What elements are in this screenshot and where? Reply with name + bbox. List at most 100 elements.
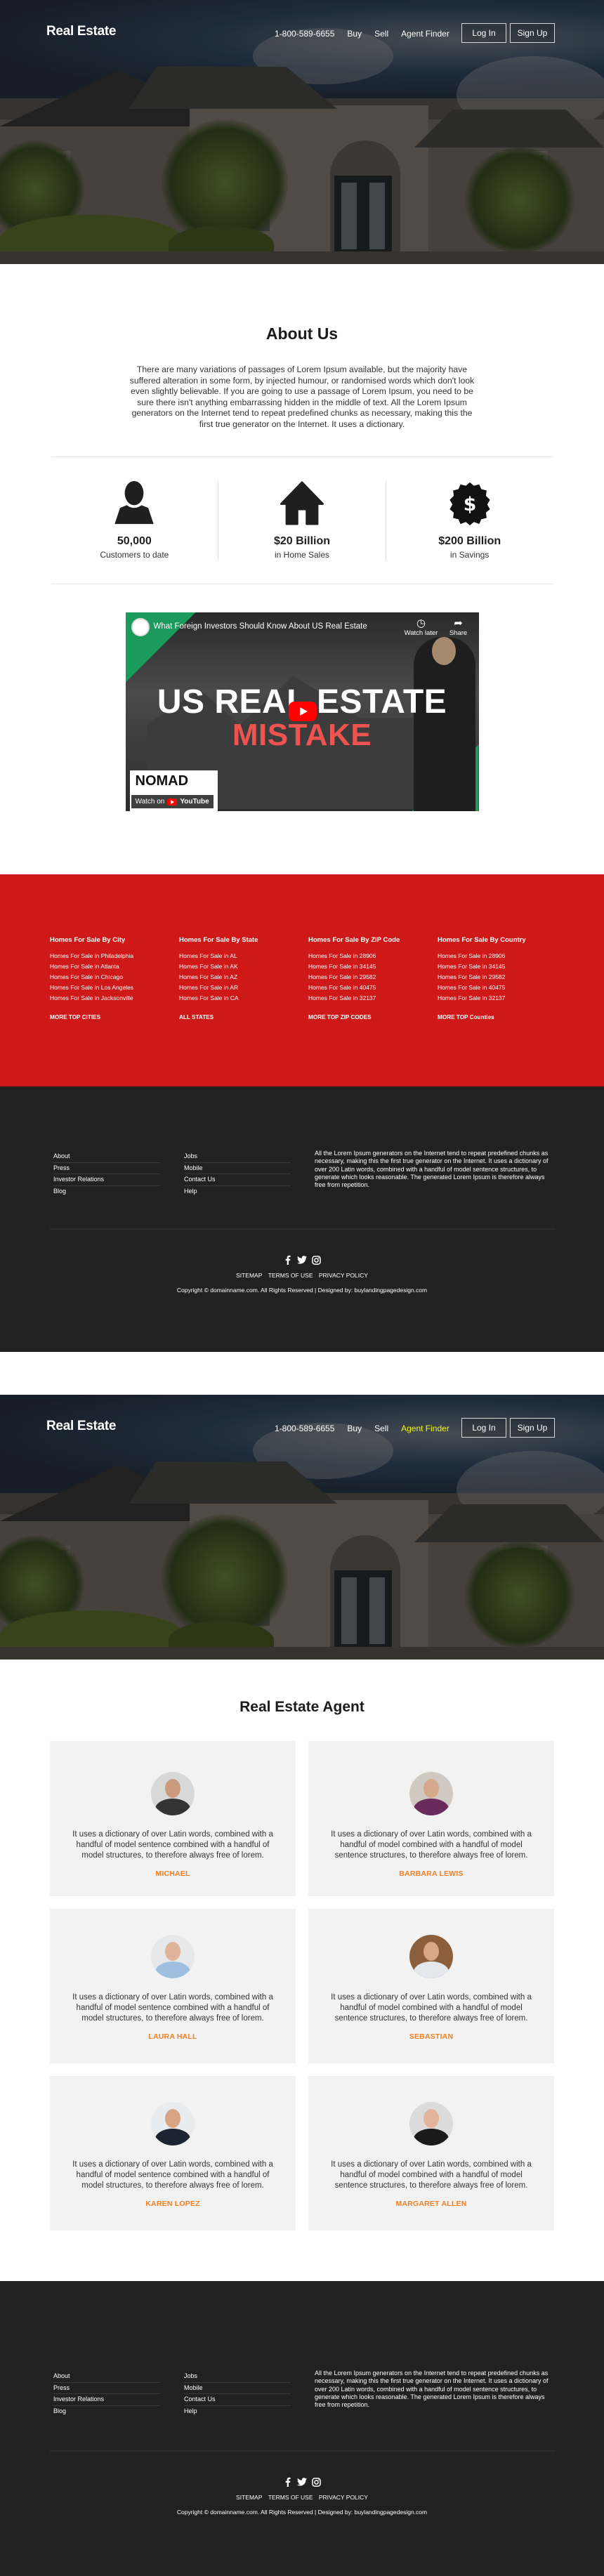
agent-name[interactable]: BARBARA LEWIS [399, 1869, 463, 1878]
listing-link[interactable]: Homes For Sale in CA [179, 993, 308, 1004]
footer-link-press[interactable]: Press [53, 2383, 160, 2394]
facebook-icon[interactable] [283, 2477, 293, 2487]
signup-button[interactable]: Sign Up [510, 1418, 555, 1438]
more-link[interactable]: MORE TOP Counties [438, 1012, 567, 1023]
nav-link-buy[interactable]: Buy [347, 29, 362, 39]
footer-link-investor-relations[interactable]: Investor Relations [53, 2394, 160, 2406]
footer-link-help[interactable]: Help [184, 1186, 291, 1197]
listing-link[interactable]: Homes For Sale in 40475 [438, 983, 567, 993]
listing-link[interactable]: Homes For Sale in AL [179, 951, 308, 961]
agent-card[interactable]: It uses a dictionary of over Latin words… [50, 2076, 296, 2230]
nav-phone-link[interactable]: 1-800-589-6655 [275, 1424, 334, 1433]
listing-link[interactable]: Homes For Sale in 28906 [308, 951, 438, 961]
agent-card[interactable]: It uses a dictionary of over Latin words… [50, 1741, 296, 1896]
nav-link-agent-finder[interactable]: Agent Finder [401, 29, 449, 39]
watch-later-button[interactable]: ◷ Watch later [404, 617, 439, 638]
video-title[interactable]: What Foreign Investors Should Know About… [154, 622, 367, 631]
svg-text:$: $ [463, 494, 476, 515]
sitemap-link[interactable]: SITEMAP [236, 2494, 262, 2501]
twitter-icon[interactable] [297, 1255, 307, 1265]
nav-link-agent-finder-active[interactable]: Agent Finder [401, 1424, 449, 1433]
agent-name[interactable]: MICHAEL [155, 1869, 190, 1878]
nav-phone-link[interactable]: 1-800-589-6655 [275, 29, 334, 39]
footer-links-col-1: About Press Investor Relations Blog [53, 2371, 160, 2417]
twitter-icon[interactable] [297, 2477, 307, 2487]
footer-link-about[interactable]: About [53, 2371, 160, 2383]
login-button[interactable]: Log In [461, 23, 506, 43]
user-icon [114, 481, 155, 525]
agent-card[interactable]: It uses a dictionary of over Latin words… [308, 2076, 554, 2230]
listing-link[interactable]: Homes For Sale in Jacksonville [50, 993, 179, 1004]
listing-column-title: Homes For Sale By State [179, 936, 258, 944]
footer-link-jobs[interactable]: Jobs [184, 2371, 291, 2383]
sitemap-link[interactable]: SITEMAP [236, 1272, 262, 1279]
listing-link[interactable]: Homes For Sale in AK [179, 961, 308, 972]
listing-link[interactable]: Homes For Sale in 28906 [438, 951, 567, 961]
avatar-face [165, 2109, 180, 2128]
agent-name[interactable]: SEBASTIAN [409, 2032, 453, 2041]
youtube-video-embed[interactable]: What Foreign Investors Should Know About… [125, 612, 479, 811]
more-link[interactable]: ALL STATES [179, 1012, 308, 1023]
footer-link-investor-relations[interactable]: Investor Relations [53, 1174, 160, 1186]
agent-card[interactable]: It uses a dictionary of over Latin words… [50, 1909, 296, 2063]
share-button[interactable]: ➦ Share [441, 617, 476, 638]
legal-links: SITEMAP TERMS OF USE PRIVACY POLICY [0, 1272, 604, 1279]
clock-icon: ◷ [416, 617, 426, 629]
listing-link[interactable]: Homes For Sale in 34145 [308, 961, 438, 972]
privacy-link[interactable]: PRIVACY POLICY [319, 2494, 368, 2501]
listing-link[interactable]: Homes For Sale in Los Angeles [50, 983, 179, 993]
login-button[interactable]: Log In [461, 1418, 506, 1438]
footer-link-about[interactable]: About [53, 1151, 160, 1163]
listing-link[interactable]: Homes For Sale in 40475 [308, 983, 438, 993]
listing-link[interactable]: Homes For Sale in AR [179, 983, 308, 993]
agent-bio: It uses a dictionary of over Latin words… [72, 1830, 273, 1860]
agent-name[interactable]: MARGARET ALLEN [396, 2200, 467, 2208]
footer-link-contact[interactable]: Contact Us [184, 2394, 291, 2406]
privacy-link[interactable]: PRIVACY POLICY [319, 1272, 368, 1279]
nav-link-sell[interactable]: Sell [374, 29, 388, 39]
agent-avatar [151, 1935, 195, 1978]
play-button[interactable] [288, 702, 317, 721]
footer-link-blog[interactable]: Blog [53, 1186, 160, 1197]
footer-link-contact[interactable]: Contact Us [184, 1174, 291, 1186]
listing-link[interactable]: Homes For Sale in 32137 [308, 993, 438, 1004]
footer-link-jobs[interactable]: Jobs [184, 1151, 291, 1163]
share-arrow-icon: ➦ [454, 617, 463, 629]
brand-logo[interactable]: Real Estate [46, 24, 116, 39]
listing-link[interactable]: Homes For Sale in Chicago [50, 972, 179, 983]
agent-card[interactable]: It uses a dictionary of over Latin words… [308, 1741, 554, 1896]
channel-avatar[interactable] [131, 618, 150, 636]
watch-later-label: Watch later [404, 629, 438, 637]
listing-link[interactable]: Homes For Sale in 34145 [438, 961, 567, 972]
agent-name[interactable]: KAREN LOPEZ [145, 2200, 199, 2208]
listing-link[interactable]: Homes For Sale in Philadelphia [50, 951, 179, 961]
listing-link[interactable]: Homes For Sale in 29582 [308, 972, 438, 983]
stat-label: in Savings [449, 550, 490, 560]
listing-link[interactable]: Homes For Sale in 29582 [438, 972, 567, 983]
footer-link-help[interactable]: Help [184, 2406, 291, 2417]
terms-link[interactable]: TERMS OF USE [268, 2494, 313, 2501]
footer-link-blog[interactable]: Blog [53, 2406, 160, 2417]
footer-description: All the Lorem Ipsum generators on the In… [315, 2370, 549, 2409]
listing-link[interactable]: Homes For Sale in 32137 [438, 993, 567, 1004]
listing-link[interactable]: Homes For Sale in AZ [179, 972, 308, 983]
agent-avatar [409, 2102, 453, 2145]
avatar-face [424, 1779, 439, 1798]
terms-link[interactable]: TERMS OF USE [268, 1272, 313, 1279]
instagram-icon[interactable] [311, 2477, 321, 2487]
facebook-icon[interactable] [283, 1255, 293, 1265]
watch-on-youtube-button[interactable]: Watch on YouTube [131, 795, 214, 808]
brand-logo[interactable]: Real Estate [46, 1419, 116, 1434]
listing-link[interactable]: Homes For Sale in Atlanta [50, 961, 179, 972]
instagram-icon[interactable] [311, 1255, 321, 1265]
agent-card[interactable]: It uses a dictionary of over Latin words… [308, 1909, 554, 2063]
footer-link-press[interactable]: Press [53, 1163, 160, 1174]
more-link[interactable]: MORE TOP ZIP CODES [308, 1012, 438, 1023]
footer-link-mobile[interactable]: Mobile [184, 2383, 291, 2394]
signup-button[interactable]: Sign Up [510, 23, 555, 43]
agent-name[interactable]: LAURA HALL [148, 2032, 197, 2041]
nav-link-buy[interactable]: Buy [347, 1424, 362, 1433]
footer-link-mobile[interactable]: Mobile [184, 1163, 291, 1174]
more-link[interactable]: MORE TOP CITIES [50, 1012, 179, 1023]
nav-link-sell[interactable]: Sell [374, 1424, 388, 1433]
